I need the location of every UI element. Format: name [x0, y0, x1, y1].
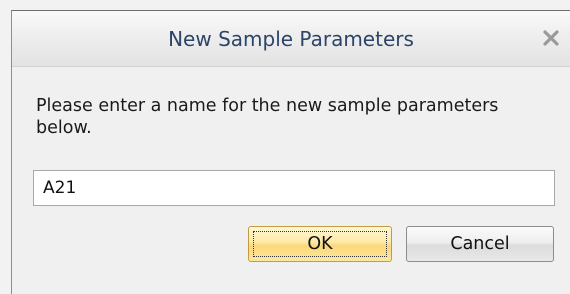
dialog-titlebar[interactable]: New Sample Parameters — [12, 11, 570, 67]
cancel-button[interactable]: Cancel — [406, 226, 554, 262]
focus-rectangle: OK — [253, 231, 387, 257]
ok-button-label: OK — [307, 234, 333, 254]
dialog-title: New Sample Parameters — [168, 27, 414, 51]
ok-button[interactable]: OK — [248, 226, 392, 262]
dialog-prompt: Please enter a name for the new sample p… — [36, 96, 499, 138]
sample-name-input[interactable] — [33, 170, 555, 206]
close-icon[interactable] — [540, 27, 562, 49]
new-sample-parameters-dialog: New Sample Parameters Please enter a nam… — [11, 10, 570, 294]
screen: New Sample Parameters Please enter a nam… — [0, 0, 570, 294]
dialog-body: Please enter a name for the new sample p… — [12, 67, 570, 294]
